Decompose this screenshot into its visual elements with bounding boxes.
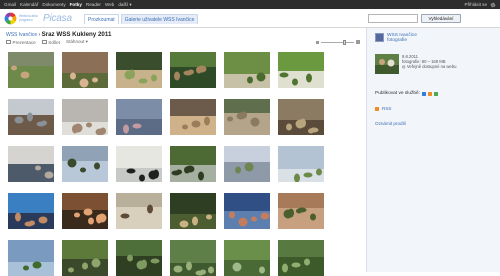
share-icon <box>41 40 47 44</box>
album-title: Sraz WSS Kukleny 2011 <box>41 31 112 38</box>
feed-icon[interactable] <box>428 91 433 96</box>
gbar-right: Přihlásit se <box>465 2 496 8</box>
picasa-logo[interactable]: Webová alba programu Picasa <box>4 12 72 25</box>
google-nav: Gmail Kalendář Dokumenty Fotky Reader Web dalš… <box>4 0 132 9</box>
photo-thumbnail[interactable] <box>170 146 216 182</box>
photo-thumbnail[interactable] <box>62 240 108 276</box>
rss-link[interactable]: RSS <box>375 106 391 111</box>
album-toolbar: Prezentace Sdílet Stáhnout ▾ <box>6 39 88 45</box>
gbar-item[interactable]: Dokumenty <box>42 0 65 9</box>
photo-thumbnail[interactable] <box>8 193 54 229</box>
zoom-large-icon <box>356 40 360 44</box>
photo-thumbnail[interactable] <box>8 52 54 88</box>
photo-thumbnail[interactable] <box>278 193 324 229</box>
search-input[interactable] <box>368 14 418 23</box>
photo-thumbnail[interactable] <box>62 146 108 182</box>
rss-label: RSS <box>382 106 392 111</box>
picasa-pinwheel-icon <box>4 12 17 25</box>
download-label: Stáhnout ▾ <box>66 39 88 44</box>
breadcrumb: WSS Ivančice › Sraz WSS Kukleny 2011 <box>6 31 111 38</box>
owner-info: WSS Ivančice fotografie <box>375 33 417 43</box>
album-info: 9.8.2011 fotografie: 80 – 169 MB ◍ Veřej… <box>375 54 456 74</box>
photo-thumbnail[interactable] <box>8 99 54 135</box>
photo-thumbnail[interactable] <box>170 99 216 135</box>
photo-thumbnail[interactable] <box>224 99 270 135</box>
gear-icon[interactable] <box>490 2 496 8</box>
share-label: Sdílet <box>48 39 60 45</box>
header-tab[interactable]: Prozkoumat <box>84 14 119 24</box>
logo-wordmark: Picasa <box>43 13 72 24</box>
photo-thumbnail[interactable] <box>62 52 108 88</box>
rss-icon <box>375 106 379 111</box>
slideshow-label: Prezentace <box>12 39 36 45</box>
signin-link[interactable]: Přihlásit se <box>465 2 487 7</box>
album-cover-thumbnail[interactable] <box>375 54 399 74</box>
gbar-item[interactable]: Kalendář <box>20 0 38 9</box>
download-button[interactable]: Stáhnout ▾ <box>66 39 88 45</box>
photo-thumbnail[interactable] <box>116 99 162 135</box>
photo-thumbnail[interactable] <box>8 240 54 276</box>
report-link[interactable]: Oznámit prodlil <box>375 121 406 126</box>
slideshow-icon <box>6 40 11 44</box>
album-access: Veřejně dostupné na webu <box>406 64 457 70</box>
photo-thumbnail[interactable] <box>224 193 270 229</box>
share-site-icon[interactable] <box>434 91 439 96</box>
share-button[interactable]: Sdílet <box>41 39 60 45</box>
blogger-icon[interactable] <box>422 91 427 96</box>
photo-thumbnail[interactable] <box>170 52 216 88</box>
thumbnail-zoom-slider[interactable] <box>316 39 360 45</box>
gbar-item[interactable]: další ▾ <box>118 0 131 9</box>
search-button[interactable]: Vyhledávání <box>421 14 461 23</box>
photo-thumbnail[interactable] <box>116 52 162 88</box>
picasa-header: Webová alba programu Picasa Prozkoumat Ga… <box>0 9 500 28</box>
photo-thumbnail[interactable] <box>170 193 216 229</box>
publish-label: Publikovat ve službě: <box>375 91 421 96</box>
zoom-track[interactable] <box>321 39 354 45</box>
zoom-knob[interactable] <box>343 39 347 45</box>
logo-tagline: Webová alba programu <box>19 13 38 22</box>
gbar-item[interactable]: Fotky <box>70 0 82 9</box>
photo-thumbnail[interactable] <box>8 146 54 182</box>
slideshow-button[interactable]: Prezentace <box>6 40 36 45</box>
google-bar: Gmail Kalendář Dokumenty Fotky Reader Web dalš… <box>0 0 500 9</box>
header-tabs: Prozkoumat Galerie uživatele WSS Ivančice <box>84 14 199 24</box>
photo-thumbnail[interactable] <box>116 240 162 276</box>
photo-thumbnail[interactable] <box>278 240 324 276</box>
photo-thumbnail[interactable] <box>62 193 108 229</box>
photo-thumbnail[interactable] <box>224 146 270 182</box>
photo-thumbnail[interactable] <box>278 146 324 182</box>
publish-row: Publikovat ve službě: <box>375 91 439 96</box>
photo-thumbnail[interactable] <box>224 240 270 276</box>
photo-thumbnail[interactable] <box>116 193 162 229</box>
photo-grid <box>8 52 324 276</box>
album-sidebar: WSS Ivančice fotografie 9.8.2011 fotogra… <box>366 28 500 272</box>
globe-icon: ◍ <box>402 64 406 70</box>
gbar-item[interactable]: Reader <box>86 0 101 9</box>
photo-thumbnail[interactable] <box>278 99 324 135</box>
avatar[interactable] <box>375 33 384 42</box>
breadcrumb-owner-link[interactable]: WSS Ivančice <box>6 32 37 38</box>
owner-photos-link[interactable]: fotografie <box>387 38 417 43</box>
header-tab[interactable]: Galerie uživatele WSS Ivančice <box>120 14 199 24</box>
zoom-small-icon <box>316 40 319 44</box>
album-main: WSS Ivančice › Sraz WSS Kukleny 2011 Pre… <box>0 28 366 276</box>
gbar-item[interactable]: Gmail <box>4 0 16 9</box>
photo-thumbnail[interactable] <box>62 99 108 135</box>
photo-thumbnail[interactable] <box>170 240 216 276</box>
photo-thumbnail[interactable] <box>116 146 162 182</box>
photo-thumbnail[interactable] <box>224 52 270 88</box>
gbar-item[interactable]: Web <box>105 0 114 9</box>
photo-thumbnail[interactable] <box>278 52 324 88</box>
